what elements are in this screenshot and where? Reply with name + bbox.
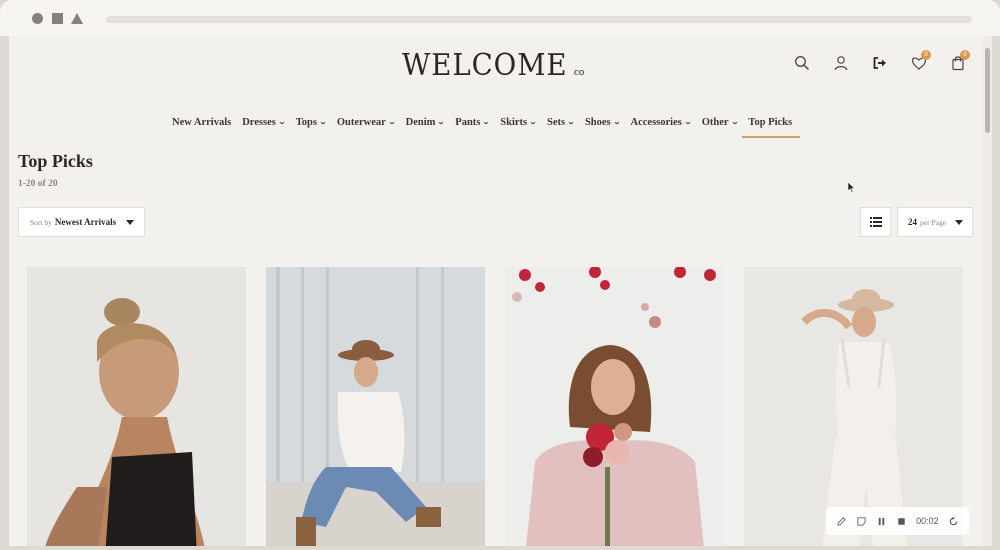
search-icon[interactable] [782,52,821,74]
chevron-down-icon: ⌄ [387,118,396,126]
product-card-image[interactable] [266,267,485,546]
per-page-label: per Page [920,217,947,227]
chevron-down-icon: ⌄ [482,118,491,126]
nav-item-label: Shoes [584,116,611,128]
product-card-image[interactable] [744,267,963,546]
chevron-down-icon: ⌄ [683,118,692,126]
address-bar[interactable] [106,16,972,23]
product-card-image[interactable] [505,267,724,546]
list-icon [869,217,882,227]
nav-item-label: Top Picks [748,116,793,128]
per-page-value: 24 [908,217,917,227]
nav-item-label: Skirts [500,116,528,128]
product-grid [27,267,963,546]
sticky-note-icon[interactable] [856,516,867,527]
logout-icon[interactable] [860,52,899,74]
nav-item-dresses[interactable]: Dresses ⌄ [242,108,292,136]
nav-item-denim[interactable]: Denim ⌄ [406,108,452,136]
nav-item-label: Outerwear [336,116,386,128]
nav-item-accessories[interactable]: Accessories ⌄ [631,108,698,136]
nav-item-sets[interactable]: Sets ⌄ [547,108,581,136]
video-player-controls: 00:02 [826,507,969,535]
nav-item-label: Accessories [630,116,682,128]
chevron-down-icon: ⌄ [528,118,538,126]
main-nav: New Arrivals Dresses ⌄ Tops ⌄ Outerwear ⌄ D… [172,108,803,138]
nav-item-label: Denim [405,116,436,128]
cart-badge: 0 [960,50,970,60]
caret-down-icon [955,220,963,225]
result-count: 1-20 of 20 [18,179,58,189]
sort-value: Newest Arrivals [54,217,117,227]
recording-time: 00:02 [916,516,939,526]
chevron-down-icon: ⌄ [730,118,739,126]
nav-item-label: Dresses [242,116,276,128]
chevron-down-icon: ⌄ [612,118,621,126]
restart-icon[interactable] [948,516,959,527]
wishlist-badge: 0 [921,50,931,60]
product-card-image[interactable] [27,267,246,546]
header-icons: 0 0 [782,50,977,74]
chevron-down-icon: ⌄ [566,118,576,126]
mouse-cursor-icon [848,182,856,193]
browser-chrome [0,0,1000,36]
nav-item-new-arrivals[interactable]: New Arrivals [172,108,238,136]
chevron-down-icon: ⌄ [437,118,446,126]
nav-item-skirts[interactable]: Skirts ⌄ [500,108,543,136]
nav-item-outerwear[interactable]: Outerwear ⌄ [337,108,402,136]
nav-item-label: Sets [546,116,566,128]
nav-item-label: New Arrivals [172,116,232,128]
nav-item-top-picks[interactable]: Top Picks [742,108,800,138]
chevron-down-icon: ⌄ [277,118,286,126]
scrollbar-thumb[interactable] [985,48,990,133]
cart-icon[interactable]: 0 [938,50,977,74]
nav-item-tops[interactable]: Tops ⌄ [296,108,333,136]
sort-dropdown[interactable]: Sort by Newest Arrivals [18,207,145,237]
sort-label: Sort by [30,217,52,227]
chevron-down-icon: ⌄ [318,118,327,126]
logo-suffix: co [573,68,585,78]
site-logo[interactable]: WELCOME co [402,48,585,83]
pause-icon[interactable] [876,516,887,527]
nav-item-other[interactable]: Other ⌄ [702,108,745,136]
page-title: Top Picks [18,151,93,171]
triangle-icon [71,13,83,24]
page: WELCOME co 0 0 New Arrivals Dresses ⌄ Top… [9,36,992,546]
caret-down-icon [126,220,134,225]
wishlist-icon[interactable]: 0 [899,50,938,74]
nav-item-pants[interactable]: Pants ⌄ [455,108,496,136]
nav-item-label: Other [701,116,729,128]
account-icon[interactable] [821,52,860,74]
pencil-icon[interactable] [836,516,847,527]
nav-item-label: Pants [455,116,481,128]
scrollbar[interactable] [983,36,992,546]
square-icon [52,13,63,24]
nav-item-label: Tops [295,116,317,128]
per-page-dropdown[interactable]: 24 per Page [897,207,973,237]
stop-icon[interactable] [896,516,907,527]
circle-icon [32,13,43,24]
list-view-button[interactable] [860,207,891,237]
nav-item-shoes[interactable]: Shoes ⌄ [585,108,627,136]
logo-text: WELCOME [402,48,568,83]
